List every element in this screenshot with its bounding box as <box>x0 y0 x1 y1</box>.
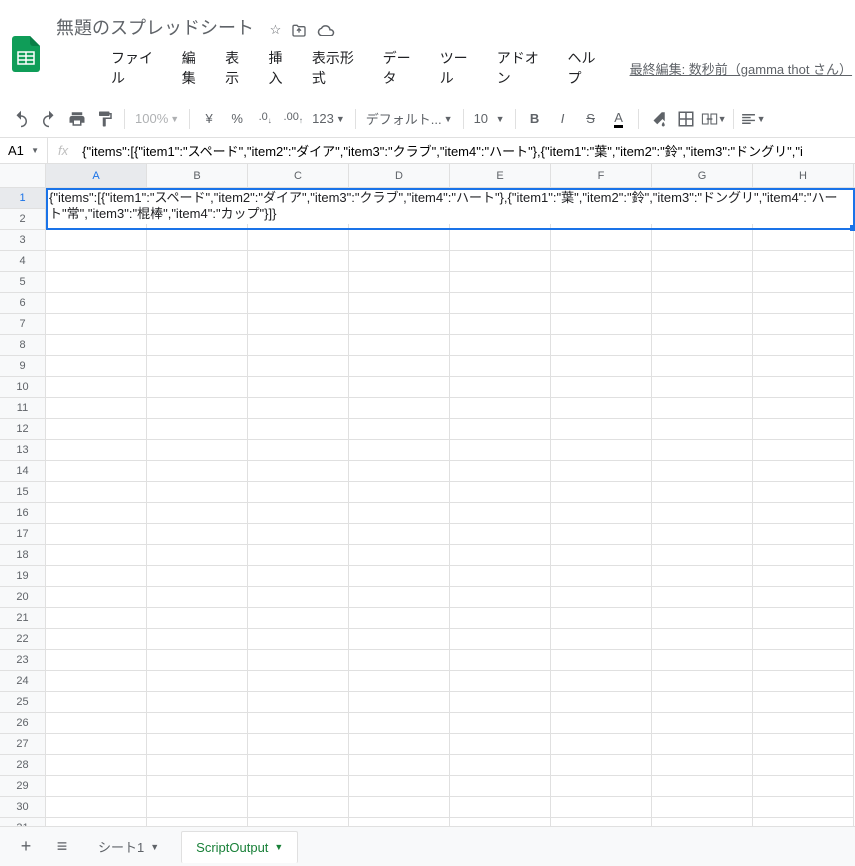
font-size-dropdown[interactable]: 10 ▼ <box>470 111 509 126</box>
column-header-c[interactable]: C <box>248 164 349 187</box>
row-header-29[interactable]: 29 <box>0 776 45 797</box>
row-header-30[interactable]: 30 <box>0 797 45 818</box>
redo-button[interactable] <box>36 106 62 132</box>
row-header-13[interactable]: 13 <box>0 440 45 461</box>
document-title[interactable]: 無題のスプレッドシート <box>52 12 258 42</box>
row-header-2[interactable]: 2 <box>0 209 45 230</box>
move-icon[interactable] <box>291 22 307 38</box>
column-header-h[interactable]: H <box>753 164 854 187</box>
all-sheets-button[interactable]: ≡ <box>48 833 76 861</box>
borders-button[interactable] <box>673 106 699 132</box>
number-format-dropdown[interactable]: 123▼ <box>308 111 349 126</box>
menu-insert[interactable]: 挿入 <box>262 44 303 92</box>
toolbar: 100%▼ ¥ % .0↓ .00↑ 123▼ デフォルト...▼ 10 ▼ B… <box>0 100 855 138</box>
row-header-5[interactable]: 5 <box>0 272 45 293</box>
last-edit-link[interactable]: 最終編集: 数秒前（gamma thot さん） <box>630 59 847 78</box>
row-header-19[interactable]: 19 <box>0 566 45 587</box>
print-button[interactable] <box>64 106 90 132</box>
column-header-d[interactable]: D <box>349 164 450 187</box>
decrease-decimal-button[interactable]: .0↓ <box>252 106 278 132</box>
column-header-g[interactable]: G <box>652 164 753 187</box>
select-all-corner[interactable] <box>0 164 46 187</box>
column-header-b[interactable]: B <box>147 164 248 187</box>
row-header-26[interactable]: 26 <box>0 713 45 734</box>
fill-color-button[interactable] <box>645 106 671 132</box>
currency-button[interactable]: ¥ <box>196 106 222 132</box>
row-header-15[interactable]: 15 <box>0 482 45 503</box>
row-headers: 1234567891011121314151617181920212223242… <box>0 188 46 826</box>
column-header-f[interactable]: F <box>551 164 652 187</box>
row-header-9[interactable]: 9 <box>0 356 45 377</box>
menu-format[interactable]: 表示形式 <box>305 44 374 92</box>
menu-view[interactable]: 表示 <box>218 44 259 92</box>
row-header-4[interactable]: 4 <box>0 251 45 272</box>
row-header-17[interactable]: 17 <box>0 524 45 545</box>
row-header-10[interactable]: 10 <box>0 377 45 398</box>
row-header-24[interactable]: 24 <box>0 671 45 692</box>
row-header-16[interactable]: 16 <box>0 503 45 524</box>
menu-addons[interactable]: アドオン <box>490 44 559 92</box>
row-header-8[interactable]: 8 <box>0 335 45 356</box>
name-box[interactable]: A1▼ <box>0 138 48 163</box>
font-dropdown[interactable]: デフォルト...▼ <box>362 109 457 128</box>
row-header-23[interactable]: 23 <box>0 650 45 671</box>
fx-label: fx <box>48 143 78 158</box>
increase-decimal-button[interactable]: .00↑ <box>280 106 306 132</box>
row-header-28[interactable]: 28 <box>0 755 45 776</box>
add-sheet-button[interactable]: + <box>12 833 40 861</box>
star-icon[interactable]: ☆ <box>270 22 282 38</box>
row-header-20[interactable]: 20 <box>0 587 45 608</box>
percent-button[interactable]: % <box>224 106 250 132</box>
column-headers: ABCDEFGH <box>0 164 855 188</box>
bold-button[interactable]: B <box>522 106 548 132</box>
row-header-14[interactable]: 14 <box>0 461 45 482</box>
row-header-27[interactable]: 27 <box>0 734 45 755</box>
row-header-12[interactable]: 12 <box>0 419 45 440</box>
horizontal-align-button[interactable]: ▼ <box>740 106 766 132</box>
undo-button[interactable] <box>8 106 34 132</box>
column-header-a[interactable]: A <box>46 164 147 187</box>
row-header-21[interactable]: 21 <box>0 608 45 629</box>
row-header-22[interactable]: 22 <box>0 629 45 650</box>
sheets-logo[interactable] <box>8 36 44 72</box>
menu-help[interactable]: ヘルプ <box>561 44 616 92</box>
row-header-25[interactable]: 25 <box>0 692 45 713</box>
paint-format-button[interactable] <box>92 106 118 132</box>
sheet-tab-1[interactable]: シート1▼ <box>84 829 173 864</box>
merge-button[interactable]: ▼ <box>701 106 727 132</box>
cells-grid[interactable]: {"items":[{"item1":"スペード","item2":"ダイア",… <box>46 188 855 826</box>
row-header-7[interactable]: 7 <box>0 314 45 335</box>
row-header-18[interactable]: 18 <box>0 545 45 566</box>
zoom-dropdown[interactable]: 100%▼ <box>131 111 183 126</box>
italic-button[interactable]: I <box>550 106 576 132</box>
sheet-tab-scriptoutput[interactable]: ScriptOutput▼ <box>181 831 298 863</box>
cloud-icon[interactable] <box>317 22 335 38</box>
formula-input[interactable]: {"items":[{"item1":"スペード","item2":"ダイア",… <box>78 141 855 160</box>
row-header-3[interactable]: 3 <box>0 230 45 251</box>
menu-edit[interactable]: 編集 <box>175 44 216 92</box>
strikethrough-button[interactable]: S <box>578 106 604 132</box>
menu-data[interactable]: データ <box>376 44 431 92</box>
row-header-6[interactable]: 6 <box>0 293 45 314</box>
row-header-31[interactable]: 31 <box>0 818 45 826</box>
menu-tools[interactable]: ツール <box>433 44 488 92</box>
menu-file[interactable]: ファイル <box>104 44 173 92</box>
text-color-button[interactable]: A <box>606 106 632 132</box>
row-header-1[interactable]: 1 <box>0 188 45 209</box>
column-header-e[interactable]: E <box>450 164 551 187</box>
row-header-11[interactable]: 11 <box>0 398 45 419</box>
cell-a1-overflow: {"items":[{"item1":"スペード","item2":"ダイア",… <box>46 188 855 224</box>
